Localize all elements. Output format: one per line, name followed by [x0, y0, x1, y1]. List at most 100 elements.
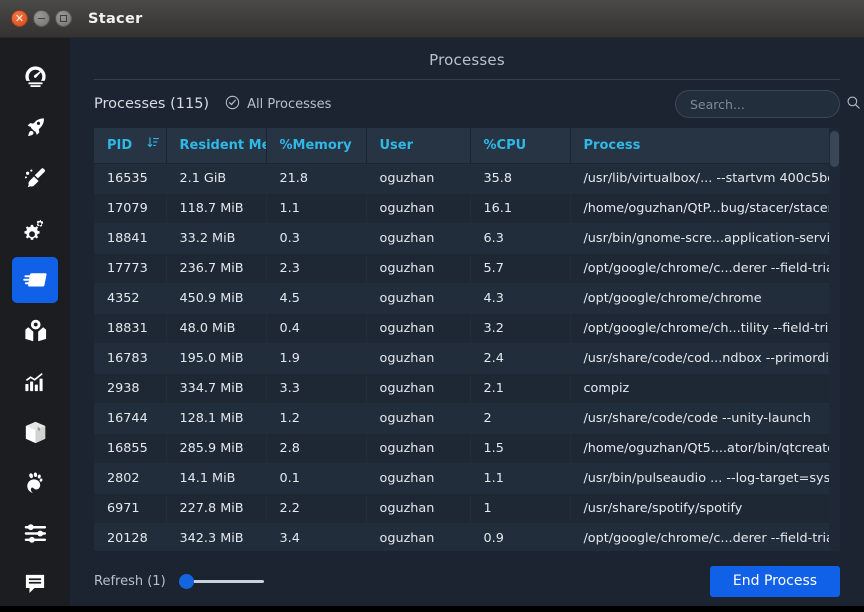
cell-process: /usr/share/code/cod...ndbox --primordial…	[570, 343, 840, 373]
cell-memory_pct: 2.8	[266, 433, 366, 463]
cell-process: /opt/google/chrome/ch...tility --field-t…	[570, 313, 840, 343]
cell-cpu_pct: 16.1	[470, 193, 570, 223]
cell-pid: 4352	[94, 283, 166, 313]
table-row[interactable]: 165352.1 GiB21.8oguzhan35.8/usr/lib/virt…	[94, 163, 840, 193]
table-row[interactable]: 280214.1 MiB0.1oguzhan1.1/usr/bin/pulsea…	[94, 463, 840, 493]
table-row[interactable]: 1883148.0 MiB0.4oguzhan3.2/opt/google/ch…	[94, 313, 840, 343]
cell-process: /usr/lib/virtualbox/... --startvm 400c5b…	[570, 163, 840, 193]
table-row[interactable]: 2938334.7 MiB3.3oguzhan2.1compiz	[94, 373, 840, 403]
all-processes-label: All Processes	[247, 97, 331, 112]
table-scrollbar-thumb[interactable]	[830, 131, 839, 167]
cell-cpu_pct: 1	[470, 493, 570, 523]
sidebar-item-gnome-settings[interactable]	[12, 460, 58, 506]
cell-resident_memory: 450.9 MiB	[166, 283, 266, 313]
cell-user: oguzhan	[366, 493, 470, 523]
cell-user: oguzhan	[366, 373, 470, 403]
all-processes-checkbox[interactable]: All Processes	[225, 95, 331, 114]
cell-cpu_pct: 3.2	[470, 313, 570, 343]
footer-bar: Refresh (1) End Process	[70, 550, 864, 612]
cell-process: /opt/google/chrome/chrome	[570, 283, 840, 313]
cell-pid: 2938	[94, 373, 166, 403]
processes-table-container: PID Resident Mem %Memor	[94, 128, 840, 551]
processes-icon	[22, 266, 49, 293]
table-scrollbar[interactable]	[829, 128, 840, 551]
slider-handle[interactable]	[180, 575, 193, 588]
cell-resident_memory: 334.7 MiB	[166, 373, 266, 403]
gnome-foot-icon	[22, 470, 48, 496]
cell-user: oguzhan	[366, 403, 470, 433]
cell-memory_pct: 0.3	[266, 223, 366, 253]
cell-cpu_pct: 1.1	[470, 463, 570, 493]
column-header-cpu-pct[interactable]: %CPU	[470, 128, 570, 163]
cell-process: /opt/google/chrome/c...derer --field-tri…	[570, 523, 840, 551]
cell-cpu_pct: 2.4	[470, 343, 570, 373]
process-count-label: Processes (115)	[94, 96, 209, 112]
sidebar-item-services[interactable]	[12, 206, 58, 252]
minimize-icon[interactable]	[33, 10, 50, 27]
cell-memory_pct: 2.3	[266, 253, 366, 283]
cell-memory_pct: 2.2	[266, 493, 366, 523]
table-row[interactable]: 20128342.3 MiB3.4oguzhan0.9/opt/google/c…	[94, 523, 840, 551]
box-icon	[22, 419, 49, 446]
gauge-icon	[22, 63, 49, 90]
sidebar-item-system-cleaner[interactable]	[12, 155, 58, 201]
sidebar-item-apt-repository-manager[interactable]	[12, 409, 58, 455]
column-header-process[interactable]: Process	[570, 128, 840, 163]
cell-memory_pct: 21.8	[266, 163, 366, 193]
cell-user: oguzhan	[366, 313, 470, 343]
column-header-resident-memory[interactable]: Resident Mem	[166, 128, 266, 163]
cell-cpu_pct: 4.3	[470, 283, 570, 313]
cell-pid: 16535	[94, 163, 166, 193]
table-body: 165352.1 GiB21.8oguzhan35.8/usr/lib/virt…	[94, 163, 840, 551]
broom-icon	[22, 165, 48, 191]
cell-memory_pct: 1.9	[266, 343, 366, 373]
cell-resident_memory: 342.3 MiB	[166, 523, 266, 551]
cell-process: /usr/share/code/code --unity-launch	[570, 403, 840, 433]
cell-memory_pct: 0.4	[266, 313, 366, 343]
column-header-pid[interactable]: PID	[94, 128, 166, 163]
sidebar-item-help[interactable]	[12, 561, 58, 607]
sliders-icon	[22, 520, 49, 547]
sidebar-item-startup-apps[interactable]	[12, 105, 58, 151]
cell-cpu_pct: 6.3	[470, 223, 570, 253]
table-row[interactable]: 17079118.7 MiB1.1oguzhan16.1/home/oguzha…	[94, 193, 840, 223]
sidebar-item-settings[interactable]	[12, 511, 58, 557]
table-row[interactable]: 6971227.8 MiB2.2oguzhan1/usr/share/spoti…	[94, 493, 840, 523]
gears-icon	[22, 216, 49, 243]
bar-chart-icon	[22, 368, 49, 395]
table-row[interactable]: 16855285.9 MiB2.8oguzhan1.5/home/oguzhan…	[94, 433, 840, 463]
window-title: Stacer	[88, 11, 143, 27]
cell-pid: 17079	[94, 193, 166, 223]
close-icon[interactable]: ✕	[11, 10, 28, 27]
refresh-interval-slider[interactable]	[180, 573, 264, 589]
table-header-row: PID Resident Mem %Memor	[94, 128, 840, 163]
table-row[interactable]: 16783195.0 MiB1.9oguzhan2.4/usr/share/co…	[94, 343, 840, 373]
cell-resident_memory: 285.9 MiB	[166, 433, 266, 463]
table-row[interactable]: 1884133.2 MiB0.3oguzhan6.3/usr/bin/gnome…	[94, 223, 840, 253]
cell-resident_memory: 14.1 MiB	[166, 463, 266, 493]
table-row[interactable]: 16744128.1 MiB1.2oguzhan2/usr/share/code…	[94, 403, 840, 433]
maximize-icon[interactable]	[55, 10, 72, 27]
search-box[interactable]	[675, 90, 840, 118]
processes-table: PID Resident Mem %Memor	[94, 128, 840, 551]
sidebar-item-processes[interactable]	[12, 257, 58, 303]
content-area: Processes Processes (115) All Processes	[70, 38, 864, 612]
sidebar-item-uninstaller[interactable]	[12, 308, 58, 354]
cell-resident_memory: 33.2 MiB	[166, 223, 266, 253]
cell-memory_pct: 1.1	[266, 193, 366, 223]
column-header-user[interactable]: User	[366, 128, 470, 163]
search-icon[interactable]	[846, 95, 861, 114]
cell-memory_pct: 0.1	[266, 463, 366, 493]
end-process-button[interactable]: End Process	[710, 566, 840, 597]
cell-cpu_pct: 5.7	[470, 253, 570, 283]
search-input[interactable]	[690, 97, 846, 112]
sidebar-item-dashboard[interactable]	[12, 54, 58, 100]
table-row[interactable]: 4352450.9 MiB4.5oguzhan4.3/opt/google/ch…	[94, 283, 840, 313]
table-row[interactable]: 17773236.7 MiB2.3oguzhan5.7/opt/google/c…	[94, 253, 840, 283]
cell-process: compiz	[570, 373, 840, 403]
processes-toolbar: Processes (115) All Processes	[94, 80, 840, 128]
sidebar	[0, 38, 70, 612]
column-header-memory-pct[interactable]: %Memory	[266, 128, 366, 163]
sidebar-item-resources[interactable]	[12, 358, 58, 404]
sort-descending-icon[interactable]	[147, 137, 160, 154]
